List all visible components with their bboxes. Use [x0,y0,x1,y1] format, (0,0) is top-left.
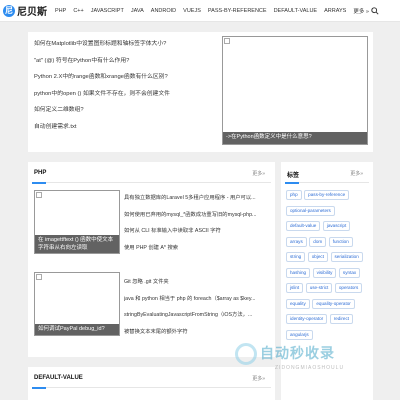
thumbnail-caption: 在 imagettftext () 函数中使文本字符串从右向左读取 [35,235,119,253]
list-item[interactable]: python中的open () 如果文件不存在，则不会创建文件 [34,90,170,107]
tag[interactable]: use-strict [305,283,333,293]
tag[interactable]: angularjs [286,329,313,340]
nav-item-java[interactable]: JAVA [131,8,144,14]
list-item[interactable]: 如何定义二维数组? [34,106,170,123]
featured-thumbnail[interactable]: ->在Python函数定义中是什么意思? [222,36,368,145]
tag[interactable]: equality [286,298,310,309]
list-item[interactable]: "at" (@) 符号在Python中有什么作用? [34,57,170,74]
nav-item-php[interactable]: PHP [55,8,66,14]
section-title: 标签 [287,173,300,179]
tag[interactable]: syntax [338,267,361,278]
featured-panel: 如何在Matplotlib中设置图形标题和轴标签字体大小? "at" (@) 符… [28,32,373,152]
tag[interactable]: object [307,252,328,262]
list-item[interactable]: stringByEvaluatingJavascriptFromString（i… [124,311,270,328]
tag[interactable]: php [286,190,302,200]
top-navbar: 尼 尼贝斯 PHP C++ JAVASCRIPT JAVA ANDROID VU… [0,0,400,22]
site-name: 尼贝斯 [17,7,47,18]
tag[interactable]: string [286,252,306,262]
tag[interactable]: function [328,236,353,247]
main-nav: PHP C++ JAVASCRIPT JAVA ANDROID VUEJS PA… [55,6,379,15]
list-item[interactable]: 自动创建需求.txt [34,123,170,140]
tag[interactable]: pass-by-reference [304,190,350,200]
tag[interactable]: identity-operator [286,314,328,324]
section-title: PHP [34,170,47,176]
tag[interactable]: javascript [322,221,351,231]
more-link[interactable]: 更多» [350,170,363,177]
list-item[interactable]: java 和 python 相当于 php 的 foreach（$array a… [124,295,270,312]
more-link[interactable]: 更多» [252,375,265,382]
article-list: Git 忽略 .git 文件夹 java 和 python 相当于 php 的 … [124,278,270,344]
nav-more-label: 更多 [353,8,365,15]
tag[interactable]: operators [334,283,363,293]
section-divider [32,386,271,389]
nav-more-arrow: » [365,8,369,15]
broken-image-icon [224,38,230,44]
search-icon[interactable] [371,6,379,15]
nav-item-default-value[interactable]: DEFAULT-VALUE [274,8,318,14]
logo-mark: 尼 [3,4,15,17]
section-divider [32,181,271,184]
more-link[interactable]: 更多» [252,170,265,177]
watermark-subtext: ZIDONGMIAOSHOULU [275,365,345,371]
article-list: 具有独立数据库的Laravel 5多租户应用程序 - 用户可以... 如何使用已… [124,194,270,260]
list-item[interactable]: Git 忽略 .git 文件夹 [124,278,270,295]
tag[interactable]: hashing [286,267,311,278]
site-logo[interactable]: 尼 尼贝斯 [3,3,47,18]
tag[interactable]: dom [309,236,327,247]
tag[interactable]: redirect [329,314,354,324]
nav-item-vuejs[interactable]: VUEJS [183,8,201,14]
nav-item-javascript[interactable]: JAVASCRIPT [91,8,124,14]
list-item[interactable]: 如何在Matplotlib中设置图形标题和轴标签字体大小? [34,40,170,57]
section-divider [285,181,369,184]
php-panel: PHP 更多» 在 imagettftext () 函数中使文本字符串从右向左读… [28,162,275,357]
tag-cloud: php pass-by-reference optional-parameter… [286,190,370,345]
featured-list: 如何在Matplotlib中设置图形标题和轴标签字体大小? "at" (@) 符… [34,40,170,139]
tag[interactable]: equality-operator [312,298,355,309]
tag[interactable]: serialization [330,252,363,262]
section-header: PHP 更多» [32,170,271,184]
list-item[interactable]: 具有独立数据库的Laravel 5多租户应用程序 - 用户可以... [124,194,270,211]
nav-item-arrays[interactable]: ARRAYS [324,8,346,14]
tag[interactable]: optional-parameters [286,205,335,216]
watermark-logo-icon [235,343,257,365]
tag[interactable]: jslint [286,283,304,293]
section-header: 标签 更多» [285,170,369,184]
article-thumbnail[interactable]: 在 imagettftext () 函数中使文本字符串从右向左读取 [34,190,120,254]
section-title: DEFAULT-VALUE [34,375,83,381]
thumbnail-caption: 如何调试PayPal debug_id? [35,324,119,335]
article-thumbnail[interactable]: 如何调试PayPal debug_id? [34,272,120,336]
broken-image-icon [36,274,42,280]
tag[interactable]: default-value [286,221,321,231]
section-header: DEFAULT-VALUE 更多» [32,375,271,389]
list-item[interactable]: Python 2.X中的range函数和xrange函数有什么区别? [34,73,170,90]
tag[interactable]: visibility [312,267,337,278]
nav-item-android[interactable]: ANDROID [151,8,176,14]
list-item[interactable]: 如何使用已弃用的mysql_*函数成功重写旧的mysql-php... [124,211,270,228]
nav-item-cpp[interactable]: C++ [73,8,83,14]
watermark-text: 自动秒收录 [260,345,335,361]
list-item[interactable]: 如何从 CLI 标准输入中读取非 ASCII 字符 [124,227,270,244]
watermark: 自动秒收录 ZIDONGMIAOSHOULU [235,341,375,375]
nav-more-button[interactable]: 更多 » [353,7,369,15]
nav-item-pass-by-reference[interactable]: PASS-BY-REFERENCE [208,8,267,14]
broken-image-icon [36,192,42,198]
list-item[interactable]: 使用 PHP 创建 A* 搜索 [124,244,270,261]
tag[interactable]: arrays [286,236,307,247]
thumbnail-caption: ->在Python函数定义中是什么意思? [223,132,367,144]
